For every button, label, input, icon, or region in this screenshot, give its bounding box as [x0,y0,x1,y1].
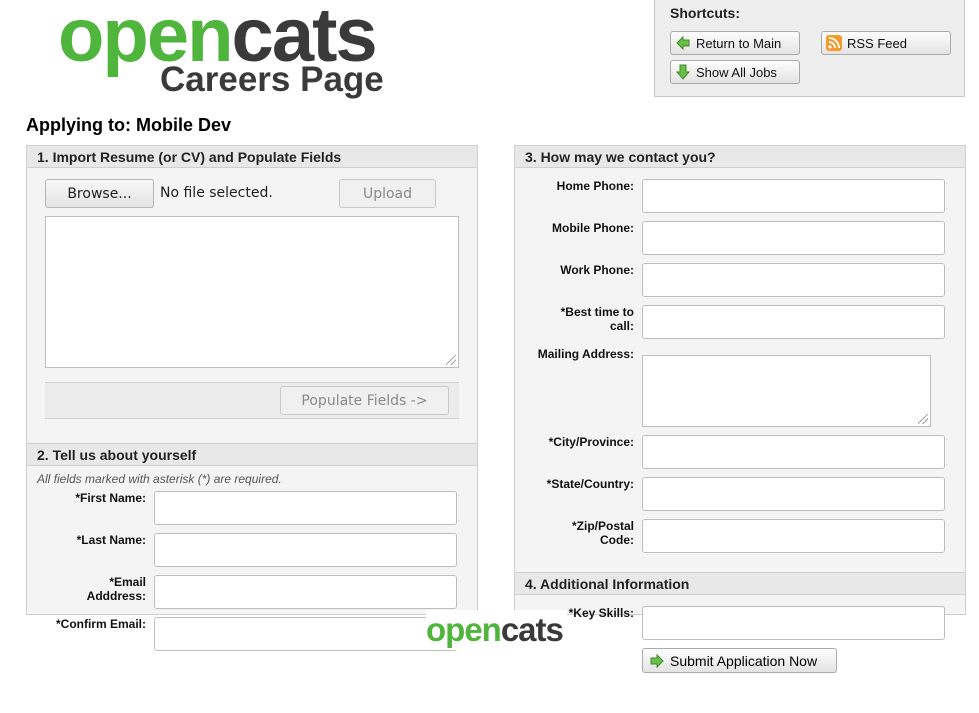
down-arrow-icon [675,64,691,80]
work-phone-field[interactable] [642,263,945,297]
home-phone-label: Home Phone: [556,179,634,193]
submit-label: Submit Application Now [670,652,818,669]
mobile-phone-label: Mobile Phone: [552,221,634,235]
confirm-email-field[interactable] [154,617,457,651]
rss-icon [826,35,842,51]
home-phone-field[interactable] [642,179,945,213]
zip-label: *Zip/Postal Code: [520,519,634,547]
email-label-line1: *Email [109,575,146,589]
submit-application-button[interactable]: Submit Application Now [642,648,837,673]
upload-button[interactable]: Upload [339,179,436,208]
show-all-jobs-button[interactable]: Show All Jobs [670,60,800,84]
state-label: *State/Country: [546,477,634,491]
first-name-label: *First Name: [75,491,146,505]
careers-page-subtitle: Careers Page [160,60,384,99]
best-time-label: *Best time to call: [520,305,634,333]
section2-header: 2. Tell us about yourself [27,443,477,466]
required-note: All fields marked with asterisk (*) are … [37,472,282,486]
back-arrow-icon [675,35,691,51]
mobile-phone-field[interactable] [642,221,945,255]
email-label: *Email Adddress: [30,575,146,603]
rss-feed-button[interactable]: RSS Feed [821,31,951,55]
last-name-field[interactable] [154,533,457,567]
mailing-address-textarea[interactable] [642,355,931,427]
rss-feed-label: RSS Feed [847,35,907,51]
resume-textarea[interactable] [45,216,459,368]
section4-header: 4. Additional Information [515,572,965,595]
shortcuts-title: Shortcuts: [670,5,740,21]
mailing-address-label: Mailing Address: [537,347,634,361]
resize-grip-icon[interactable] [446,355,456,365]
populate-fields-button[interactable]: Populate Fields -> [280,386,449,415]
last-name-label: *Last Name: [76,533,146,547]
email-field[interactable] [154,575,457,609]
footer-logo: opencats [426,610,567,650]
section1-header: 1. Import Resume (or CV) and Populate Fi… [27,146,477,168]
browse-button[interactable]: Browse... [45,179,154,208]
zip-label-line1: *Zip/Postal [571,519,634,533]
return-to-main-label: Return to Main [696,35,782,51]
footer-logo-open-text: open [426,611,502,648]
confirm-email-label: *Confirm Email: [55,617,146,631]
city-label: *City/Province: [548,435,634,449]
key-skills-field[interactable] [642,606,945,640]
file-status: No file selected. [160,185,273,201]
best-time-label-line2: call: [609,319,634,333]
best-time-label-line1: *Best time to [560,305,634,319]
email-label-line2: Adddress: [86,589,146,603]
state-field[interactable] [642,477,945,511]
first-name-field[interactable] [154,491,457,525]
forward-arrow-icon [649,653,665,669]
page-title: Applying to: Mobile Dev [26,115,231,135]
zip-label-line2: Code: [600,533,634,547]
show-all-jobs-label: Show All Jobs [696,64,777,80]
city-field[interactable] [642,435,945,469]
footer-logo-cats-text: cats [500,611,564,648]
best-time-field[interactable] [642,305,945,339]
zip-field[interactable] [642,519,945,553]
work-phone-label: Work Phone: [560,263,634,277]
section3-header: 3. How may we contact you? [515,146,965,168]
return-to-main-button[interactable]: Return to Main [670,31,800,55]
resize-grip-icon[interactable] [918,414,928,424]
